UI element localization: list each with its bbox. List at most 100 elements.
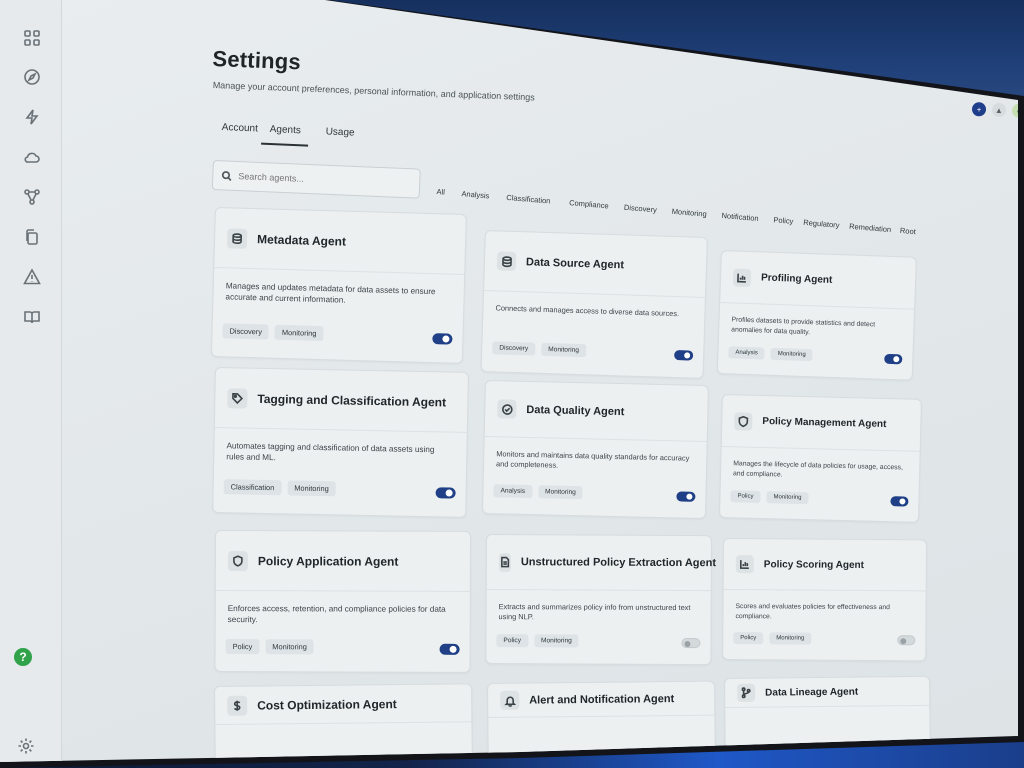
copy-icon[interactable] [22,227,42,247]
agent-tags: Analysis Monitoring [493,484,583,500]
header-actions: + ▲ ● [971,102,1018,118]
agent-description: Extracts and summarizes policy info from… [498,602,691,622]
filter-discovery[interactable]: Discovery [624,203,658,215]
agent-card-policy-scoring-agent[interactable]: Policy Scoring Agent Scores and evaluates… [722,538,927,662]
tag-analysis: Analysis [728,346,765,360]
agent-card-unstructured-policy-extraction-agent[interactable]: Unstructured Policy Extraction Agent Extr… [485,534,716,666]
agent-enable-toggle[interactable] [435,487,456,499]
sidebar: ? [0,0,62,762]
agent-enable-toggle[interactable] [674,350,694,361]
filter-monitoring[interactable]: Monitoring [671,207,707,219]
tag-monitoring: Monitoring [541,342,587,358]
tag-monitoring: Monitoring [537,485,583,500]
agent-tags: Policy Monitoring [730,490,809,505]
shield-icon [227,550,248,571]
agent-enable-toggle[interactable] [890,496,909,507]
agent-card-tagging-and-classification-agent[interactable]: Tagging and Classification Agent Automate… [212,367,469,518]
tag-classification: Classification [223,479,282,496]
agent-enable-toggle[interactable] [676,491,696,502]
chart-icon [735,555,754,574]
toggle-knob [893,356,900,363]
agent-tags: Policy Monitoring [225,639,314,655]
agent-card-data-lineage-agent[interactable]: Data Lineage Agent [724,675,931,748]
agent-card-policy-management-agent[interactable]: Policy Management Agent Manages the lifec… [718,394,922,523]
agent-card-profiling-agent[interactable]: Profiling Agent Profiles datasets to prov… [716,250,917,381]
toggle-knob [684,352,691,359]
agent-enable-toggle[interactable] [897,635,916,646]
database-icon [226,227,248,249]
agent-tags: Discovery Monitoring [492,341,587,358]
agent-enable-toggle[interactable] [681,638,701,649]
toggle-knob [442,335,450,343]
filter-all[interactable]: All [436,187,445,197]
agent-card-header: Profiling Agent [720,251,916,310]
settings-gear-icon[interactable] [16,736,36,756]
filter-classification[interactable]: Classification [506,193,551,206]
tab-agents[interactable]: Agents [261,123,310,147]
help-icon[interactable]: ? [14,648,32,666]
filter-root[interactable]: Root [900,226,917,236]
toggle-knob [684,640,691,647]
page-subtitle: Manage your account preferences, persona… [212,80,535,103]
agent-title: Policy Scoring Agent [763,558,865,571]
agent-title: Profiling Agent [760,272,833,286]
filter-regulatory[interactable]: Regulatory [803,218,840,230]
tag-monitoring: Monitoring [274,324,324,342]
agent-title: Cost Optimization Agent [257,696,397,713]
warning-icon[interactable] [22,267,42,287]
add-icon[interactable]: + [971,102,987,117]
toggle-knob [899,498,906,505]
filter-compliance[interactable]: Compliance [569,198,609,210]
agent-enable-toggle[interactable] [884,353,903,365]
filter-policy[interactable]: Policy [773,215,794,226]
agent-description: Monitors and maintains data quality stan… [495,449,690,471]
tag-monitoring: Monitoring [770,347,813,362]
compass-icon[interactable] [22,67,42,87]
agent-card-header: Policy Scoring Agent [723,539,926,592]
agent-card-data-source-agent[interactable]: Data Source Agent Connects and manages ac… [480,230,708,379]
agent-tags: Classification Monitoring [223,479,336,497]
agent-enable-toggle[interactable] [439,643,460,655]
bell-icon [500,690,520,710]
search-icon [221,170,232,181]
agent-title: Unstructured Policy Extraction Agent [520,556,717,570]
filter-notification[interactable]: Notification [721,211,759,223]
toggle-knob [686,493,693,500]
database-icon [496,251,517,271]
agent-card-data-quality-agent[interactable]: Data Quality Agent Monitors and maintains… [481,380,709,520]
search-box[interactable] [211,160,421,199]
filter-analysis[interactable]: Analysis [461,189,490,200]
lightning-icon[interactable] [22,107,42,127]
tag-monitoring: Monitoring [265,639,314,655]
agent-card-header: Data Lineage Agent [725,676,930,708]
agent-tags: Analysis Monitoring [728,346,813,362]
tab-account[interactable]: Account [221,122,259,142]
agent-tags: Discovery Monitoring [222,323,324,342]
agent-card-metadata-agent[interactable]: Metadata Agent Manages and updates metada… [210,207,467,364]
book-icon[interactable] [22,307,42,327]
grid-icon[interactable] [22,28,42,48]
agent-card-header: Data Source Agent [484,231,707,298]
cloud-icon[interactable] [22,147,42,167]
agent-card-header: Policy Management Agent [721,395,921,452]
agent-card-policy-application-agent[interactable]: Policy Application Agent Enforces access,… [214,530,471,673]
tab-usage[interactable]: Usage [325,126,354,146]
shield-icon [734,411,753,431]
tag-policy: Policy [496,634,529,648]
toggle-knob [445,489,453,497]
tag-policy: Policy [733,632,764,645]
search-input[interactable] [238,171,409,189]
bell-icon[interactable]: ▲ [991,102,1007,118]
agent-description: Scores and evaluates policies for effect… [735,603,890,620]
tag-analysis: Analysis [493,484,533,499]
filter-remediation[interactable]: Remediation [849,222,892,234]
agent-enable-toggle[interactable] [432,333,453,345]
agent-description: Profiles datasets to provide statistics … [731,316,876,336]
agent-title: Metadata Agent [256,231,347,249]
agent-description: Manages the lifecycle of data policies f… [732,460,903,479]
agent-title: Policy Application Agent [257,553,399,569]
agent-card-header: Data Quality Agent [484,381,708,443]
check-circle-icon [497,399,517,419]
workflow-icon[interactable] [22,187,42,207]
agent-description: Automates tagging and classification of … [226,441,435,463]
